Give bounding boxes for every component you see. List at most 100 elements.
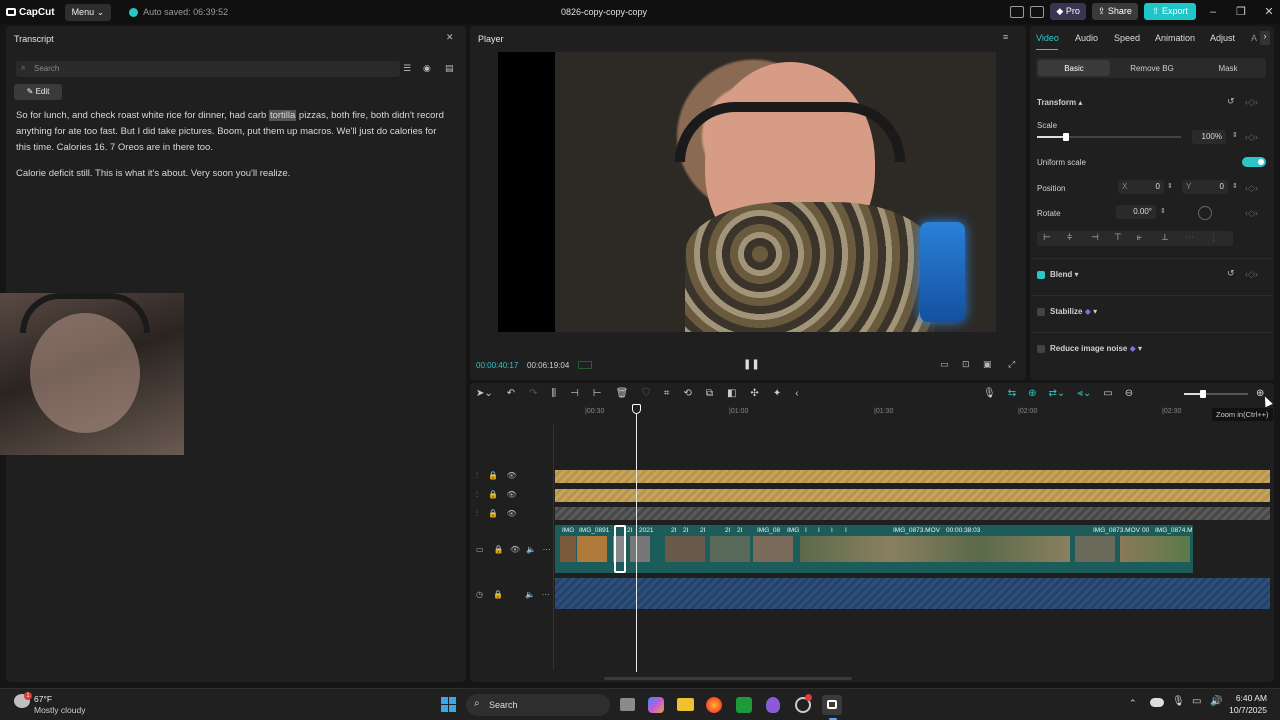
maximize-icon[interactable]: ❐: [1230, 5, 1252, 18]
video-preview[interactable]: [498, 52, 996, 332]
weather-temp[interactable]: 67°F: [34, 694, 52, 704]
align-right-icon[interactable]: ⊣: [1091, 232, 1099, 243]
speaker-icon[interactable]: 🔈: [526, 545, 536, 554]
edit-button[interactable]: ✎ Edit: [14, 84, 62, 100]
rotate-dial[interactable]: [1198, 206, 1212, 220]
more-icon[interactable]: ⋯: [543, 545, 551, 554]
display-icon[interactable]: ▭: [1192, 696, 1201, 707]
magic-icon[interactable]: ✦: [773, 388, 781, 399]
eye-icon[interactable]: 👁: [510, 545, 520, 554]
tab-adjust[interactable]: Adjust: [1210, 33, 1235, 43]
xbox-icon[interactable]: [736, 697, 752, 713]
screenshot-icon[interactable]: ⊡: [962, 359, 970, 370]
filter-icon[interactable]: ☰: [403, 63, 411, 74]
obsidian-icon[interactable]: [766, 697, 780, 713]
text-track-2[interactable]: [555, 489, 1270, 502]
stabilize-checkbox[interactable]: [1037, 308, 1045, 316]
audio-track-icon[interactable]: ◷: [476, 590, 483, 599]
microphone-icon[interactable]: 🎙: [983, 388, 996, 399]
eye-icon[interactable]: 👁: [506, 490, 516, 499]
magnet-icon[interactable]: ⊕: [1028, 388, 1036, 399]
scale-slider-handle[interactable]: [1063, 133, 1069, 141]
keyframe-icon[interactable]: ‹◇›: [1245, 97, 1258, 108]
split-right-icon[interactable]: ⊢: [593, 388, 602, 399]
blend-checkbox[interactable]: [1037, 271, 1045, 279]
distribute-v-icon[interactable]: ⋮: [1209, 232, 1218, 243]
noise-checkbox[interactable]: [1037, 345, 1045, 353]
file-explorer-icon[interactable]: [677, 698, 694, 711]
eye-icon[interactable]: 👁: [506, 471, 516, 480]
noise-heading[interactable]: Reduce image noise ◆ ▾: [1050, 344, 1142, 353]
onedrive-icon[interactable]: [1150, 698, 1164, 707]
select-tool-icon[interactable]: ➤⌄: [476, 388, 493, 399]
weather-desc[interactable]: Mostly cloudy: [34, 705, 86, 715]
shield-icon[interactable]: ⛉: [642, 388, 650, 399]
zoom-slider[interactable]: [1184, 390, 1248, 398]
tab-speed[interactable]: Speed: [1114, 33, 1140, 43]
volume-icon[interactable]: 🔊: [1210, 696, 1222, 707]
tab-audio[interactable]: Audio: [1075, 33, 1098, 43]
position-x-field[interactable]: X0: [1118, 180, 1164, 194]
distribute-h-icon[interactable]: ⋯: [1185, 232, 1194, 243]
lock-icon[interactable]: 🔒: [488, 509, 498, 518]
align-left-icon[interactable]: ⊢: [1043, 232, 1051, 243]
auto-reframe-icon[interactable]: ✣: [750, 388, 758, 399]
close-icon[interactable]: ✕: [446, 32, 454, 43]
reset-icon[interactable]: ↺: [1227, 268, 1235, 279]
transcript-search-input[interactable]: ⌕ Search: [16, 61, 400, 77]
stepper-icon[interactable]: ⇕: [1160, 207, 1166, 215]
lock-icon[interactable]: 🔒: [488, 490, 498, 499]
player-menu-icon[interactable]: ≡: [1003, 32, 1008, 42]
share-button[interactable]: ⇪ Share: [1091, 3, 1138, 20]
adjust-icon[interactable]: ⫶: [476, 509, 478, 518]
transcript-paragraph-1[interactable]: So for lunch, and check roast white rice…: [16, 108, 446, 156]
layout-icon[interactable]: [1010, 5, 1025, 18]
export-button[interactable]: ⇧ Export: [1143, 3, 1196, 20]
stepper-icon[interactable]: ⇕: [1167, 182, 1173, 190]
stepper-icon[interactable]: ⇕: [1232, 182, 1238, 190]
clock-time[interactable]: 6:40 AM: [1229, 693, 1267, 703]
lock-icon[interactable]: 🔒: [494, 545, 504, 554]
stabilize-heading[interactable]: Stabilize ◆ ▾: [1050, 307, 1097, 316]
selected-clip[interactable]: [614, 525, 626, 573]
align-top-icon[interactable]: ⊤: [1114, 232, 1122, 243]
undo-icon[interactable]: ↶: [507, 388, 515, 399]
playhead-handle[interactable]: [632, 404, 641, 414]
preview-axis-icon[interactable]: ⫷⌄: [1077, 388, 1091, 399]
subtab-mask[interactable]: Mask: [1192, 58, 1264, 78]
tab-animation[interactable]: Animation: [1155, 33, 1195, 43]
zoom-slider-handle[interactable]: [1200, 390, 1206, 398]
cover-icon[interactable]: ▭: [476, 545, 484, 554]
reverse-icon[interactable]: ⧉: [706, 388, 713, 399]
align-bottom-icon[interactable]: ⊥: [1161, 232, 1169, 243]
uniform-scale-toggle[interactable]: [1242, 157, 1266, 167]
chevron-right-icon[interactable]: ›: [1260, 31, 1270, 45]
eye-icon[interactable]: 👁: [506, 509, 516, 518]
adjust-icon[interactable]: ⫶: [476, 471, 478, 480]
redo-icon[interactable]: ↷: [529, 388, 537, 399]
transcript-paragraph-2[interactable]: Calorie deficit still. This is what it's…: [16, 166, 446, 182]
position-y-field[interactable]: Y0: [1182, 180, 1228, 194]
transform-heading[interactable]: Transform ▴: [1037, 98, 1082, 107]
fullscreen-icon[interactable]: ⤢: [1008, 359, 1015, 370]
close-window-icon[interactable]: ✕: [1258, 5, 1280, 18]
delete-icon[interactable]: 🗑: [616, 388, 629, 399]
timeline-scrollbar[interactable]: [604, 677, 852, 680]
split-icon[interactable]: ⫼: [552, 388, 557, 399]
split-left-icon[interactable]: ⊣: [570, 388, 579, 399]
snap-icon[interactable]: ⇄⌄: [1048, 388, 1065, 399]
scale-slider[interactable]: [1037, 133, 1181, 141]
windows-start-icon[interactable]: [441, 697, 456, 712]
tab-more[interactable]: A: [1251, 33, 1257, 43]
link-icon[interactable]: ⇆: [1008, 388, 1016, 399]
blend-heading[interactable]: Blend ▾: [1050, 270, 1078, 279]
zoom-out-icon[interactable]: ⊖: [1125, 388, 1133, 399]
text-track-1[interactable]: [555, 470, 1270, 483]
keyframe-icon[interactable]: ‹◇›: [1245, 132, 1258, 143]
subtitle-icon[interactable]: ▭: [1103, 388, 1112, 399]
stepper-icon[interactable]: ⇕: [1232, 131, 1238, 139]
playhead[interactable]: [636, 404, 637, 672]
chevron-up-icon[interactable]: ⌃: [1129, 698, 1137, 709]
rotate-field[interactable]: 0.00°: [1116, 205, 1156, 219]
reset-icon[interactable]: ↺: [1227, 96, 1235, 107]
